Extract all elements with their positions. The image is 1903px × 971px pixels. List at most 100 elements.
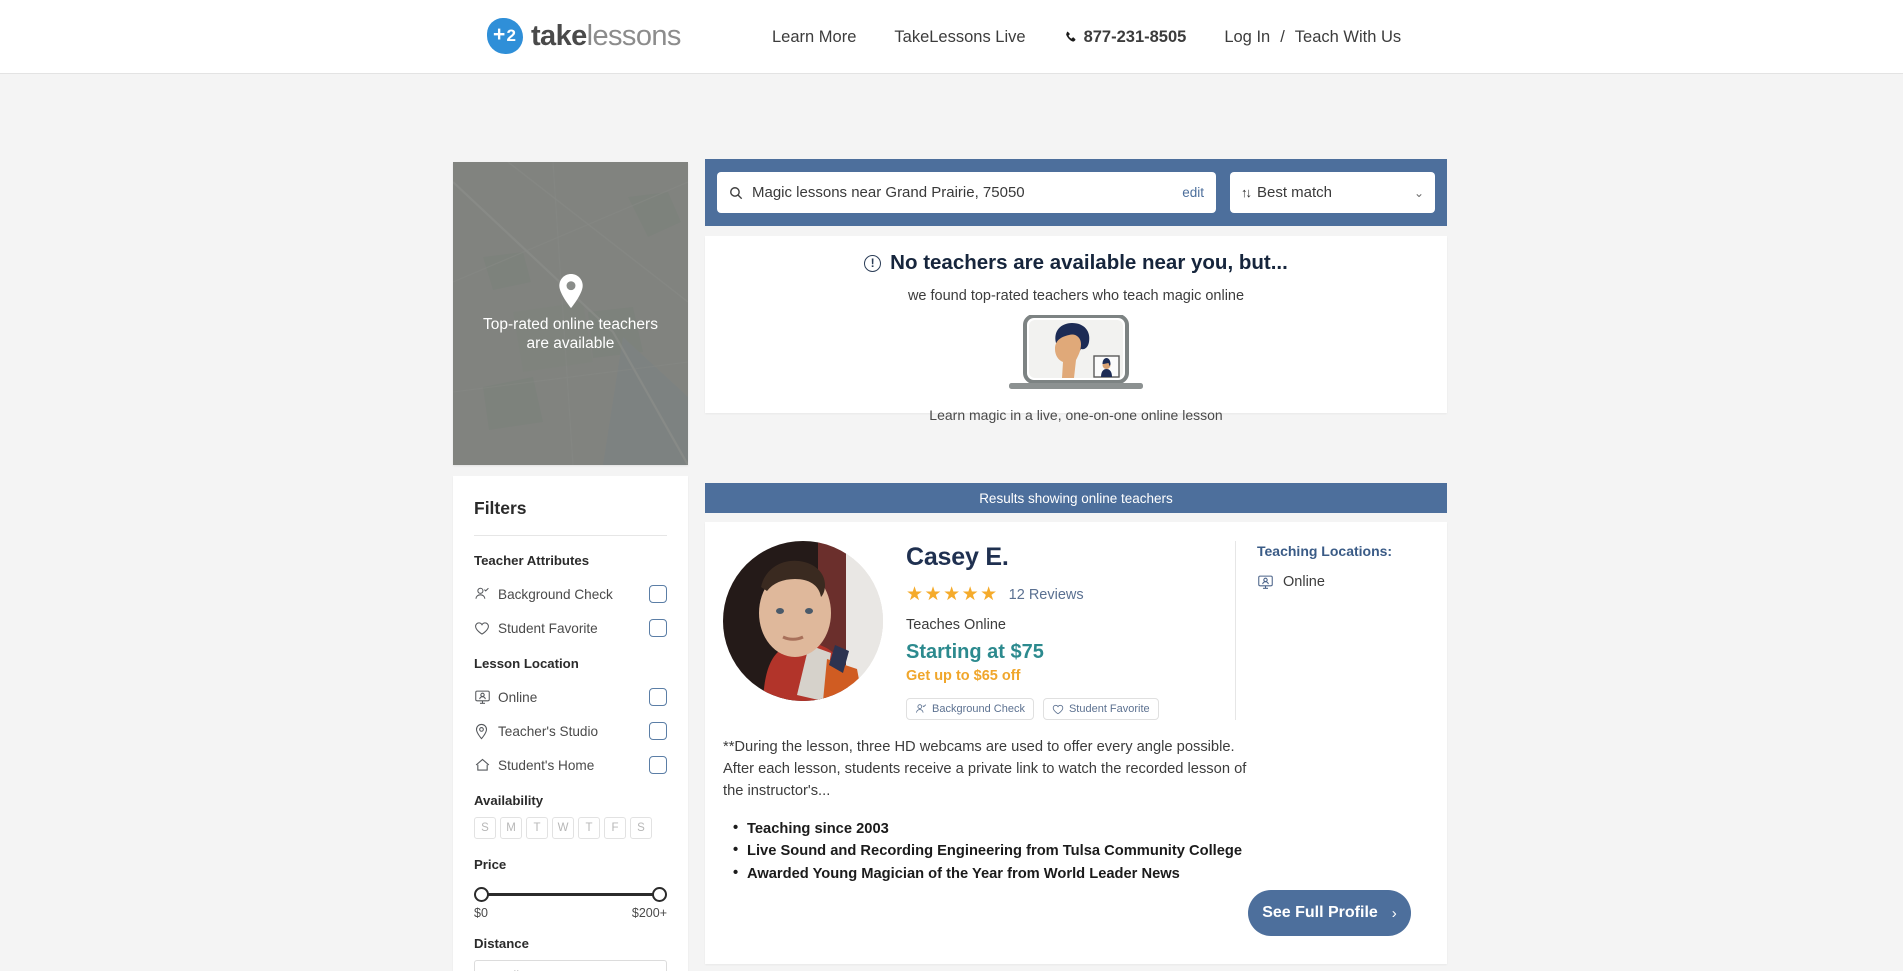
teacher-starting-price: Starting at $75 — [906, 641, 1044, 663]
takelessons-logo-icon — [487, 18, 523, 54]
nav-phone-number[interactable]: 877-231-8505 — [1064, 28, 1187, 47]
day-tuesday[interactable]: T — [526, 817, 548, 839]
search-input[interactable]: Magic lessons near Grand Prairie, 75050 … — [717, 172, 1216, 213]
nav-separator: / — [1280, 28, 1285, 46]
location-map[interactable]: Top-rated online teachers are available — [453, 162, 688, 465]
avatar[interactable] — [723, 541, 883, 701]
day-sunday[interactable]: S — [474, 817, 496, 839]
list-item: Live Sound and Recording Engineering fro… — [733, 840, 1245, 861]
badge-student-favorite: Student Favorite — [1042, 698, 1159, 720]
teacher-discount: Get up to $65 off — [906, 668, 1021, 684]
filter-label-background-check: Background Check — [498, 586, 613, 602]
logo-text-light: lessons — [586, 19, 682, 52]
star-rating-icon: ★★★★★ — [906, 584, 999, 605]
badge-background-check-label: Background Check — [932, 703, 1025, 715]
price-slider-labels: $0 $200+ — [474, 906, 667, 920]
see-full-profile-button[interactable]: See Full Profile › — [1248, 890, 1411, 936]
filter-checkbox-student-favorite[interactable] — [649, 619, 667, 637]
filter-checkbox-students-home[interactable] — [649, 756, 667, 774]
teacher-rating-row: ★★★★★ 12 Reviews — [906, 583, 1235, 606]
day-wednesday[interactable]: W — [552, 817, 574, 839]
filters-panel: Filters Teacher Attributes Background Ch… — [453, 476, 688, 971]
sort-select-inner: ↑↓ Best match — [1241, 184, 1332, 201]
person-check-icon — [474, 586, 498, 602]
phone-number-label: 877-231-8505 — [1083, 28, 1187, 46]
see-full-profile-label: See Full Profile — [1262, 904, 1378, 921]
filter-group-lesson-location-title: Lesson Location — [474, 656, 579, 671]
location-pin-icon — [558, 273, 584, 308]
day-monday[interactable]: M — [500, 817, 522, 839]
home-icon — [474, 757, 498, 773]
logo-wordmark: takelessons — [531, 20, 681, 53]
laptop-video-lesson-illustration — [1001, 315, 1151, 397]
filter-row-student-favorite[interactable]: Student Favorite — [474, 611, 667, 645]
teacher-name[interactable]: Casey E. — [906, 543, 1235, 572]
teaching-locations-title: Teaching Locations: — [1257, 543, 1393, 559]
nav-teach-with-us[interactable]: Teach With Us — [1295, 28, 1401, 47]
exclamation-circle-icon: ! — [864, 254, 882, 272]
price-min-label: $0 — [474, 906, 488, 920]
filter-label-students-home: Student's Home — [498, 757, 595, 773]
price-max-label: $200+ — [631, 906, 667, 920]
price-slider-track — [481, 893, 660, 896]
chevron-right-icon: › — [1391, 904, 1397, 922]
map-label-line1: Top-rated online teachers — [483, 315, 658, 333]
results-banner: Results showing online teachers — [705, 483, 1447, 513]
day-thursday[interactable]: T — [578, 817, 600, 839]
day-saturday[interactable]: S — [630, 817, 652, 839]
site-logo[interactable]: takelessons — [487, 18, 681, 54]
top-navigation-bar: takelessons Learn More TakeLessons Live … — [0, 0, 1903, 74]
filter-row-teachers-studio[interactable]: Teacher's Studio — [474, 714, 667, 748]
badge-background-check: Background Check — [906, 698, 1034, 720]
map-overlay: Top-rated online teachers are available — [453, 162, 688, 465]
notice-heading-row: ! No teachers are available near you, bu… — [864, 251, 1288, 275]
nav-takelessons-live[interactable]: TakeLessons Live — [894, 28, 1025, 47]
person-check-icon — [915, 703, 927, 715]
teacher-reviews-count[interactable]: 12 Reviews — [1009, 587, 1084, 603]
online-monitor-icon — [1257, 574, 1274, 590]
sort-select-value: Best match — [1257, 184, 1333, 201]
teacher-card-header: Casey E. ★★★★★ 12 Reviews Teaches Online… — [705, 522, 1447, 720]
heart-icon — [1052, 704, 1064, 715]
nav-links: Learn More TakeLessons Live 877-231-8505… — [772, 28, 1401, 47]
distance-title: Distance — [474, 936, 529, 951]
nav-learn-more[interactable]: Learn More — [772, 28, 856, 47]
price-slider-min-handle[interactable] — [474, 887, 489, 902]
filter-checkbox-online[interactable] — [649, 688, 667, 706]
map-label: Top-rated online teachers are available — [483, 316, 658, 354]
distance-select[interactable]: 30 miles ▼ — [474, 960, 667, 971]
sort-select[interactable]: ↑↓ Best match ⌄ — [1230, 172, 1435, 213]
list-item: Teaching since 2003 — [733, 818, 1245, 839]
location-pin-icon — [474, 723, 498, 740]
search-edit-link[interactable]: edit — [1182, 185, 1204, 200]
teaching-locations: Teaching Locations: Online — [1235, 541, 1427, 720]
page-root: takelessons Learn More TakeLessons Live … — [0, 0, 1903, 971]
map-label-line2: are available — [526, 334, 615, 352]
filters-title: Filters — [474, 498, 527, 518]
chevron-down-icon: ⌄ — [1413, 185, 1424, 200]
search-query-value: Magic lessons near Grand Prairie, 75050 — [752, 184, 1025, 201]
heart-icon — [474, 621, 498, 636]
list-item: Awarded Young Magician of the Year from … — [733, 863, 1245, 884]
price-slider-max-handle[interactable] — [652, 887, 667, 902]
nav-log-in[interactable]: Log In — [1224, 28, 1270, 47]
no-teachers-notice: ! No teachers are available near you, bu… — [705, 236, 1447, 423]
filter-label-student-favorite: Student Favorite — [498, 620, 598, 636]
day-friday[interactable]: F — [604, 817, 626, 839]
teaching-location-online: Online — [1257, 574, 1427, 590]
teaching-location-online-label: Online — [1283, 574, 1325, 590]
price-title: Price — [474, 857, 507, 872]
filter-label-teachers-studio: Teacher's Studio — [498, 723, 599, 739]
filter-checkbox-background-check[interactable] — [649, 585, 667, 603]
filter-row-online[interactable]: Online — [474, 680, 667, 714]
filter-label-online: Online — [498, 689, 538, 705]
teacher-card[interactable]: Casey E. ★★★★★ 12 Reviews Teaches Online… — [705, 522, 1447, 964]
filter-row-students-home[interactable]: Student's Home — [474, 748, 667, 782]
filter-row-background-check[interactable]: Background Check — [474, 577, 667, 611]
notice-heading: No teachers are available near you, but.… — [890, 251, 1288, 274]
filters-divider — [474, 535, 667, 536]
price-range-slider[interactable] — [474, 882, 667, 908]
sort-arrows-icon: ↑↓ — [1241, 185, 1252, 200]
filter-checkbox-teachers-studio[interactable] — [649, 722, 667, 740]
teacher-badges: Background Check Student Favorite — [906, 698, 1235, 720]
